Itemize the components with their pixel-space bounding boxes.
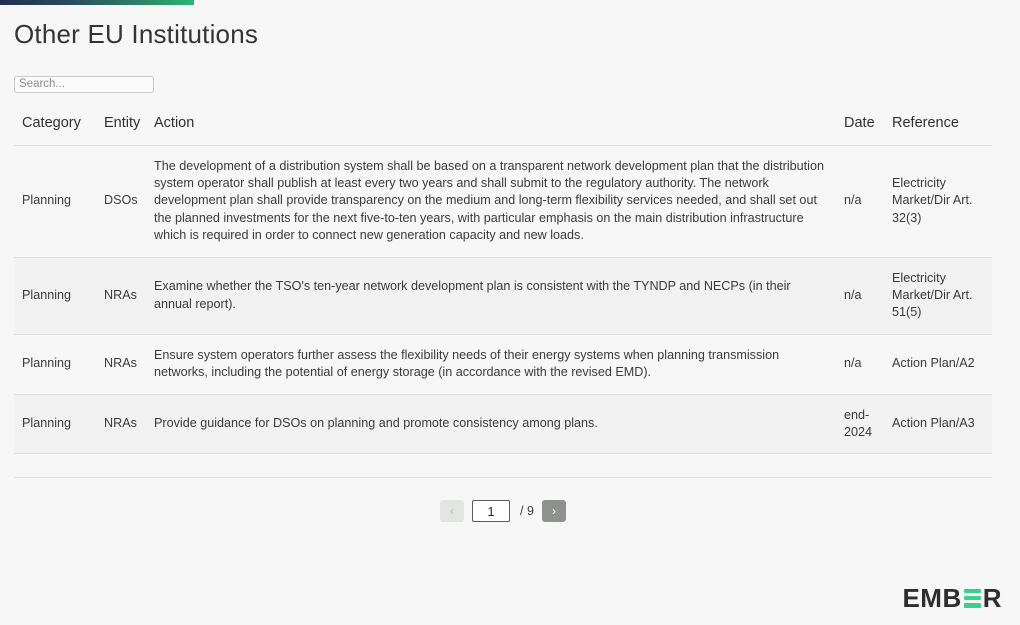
cell-action: Provide guidance for DSOs on planning an… [146, 394, 836, 455]
next-page-button[interactable]: › [541, 500, 566, 523]
search-input[interactable] [14, 75, 154, 93]
cell-category: Planning [14, 145, 96, 258]
column-header-category[interactable]: Category [14, 114, 96, 146]
previous-page-button[interactable]: ‹ [440, 500, 465, 523]
cell-reference: Electricity Market/Dir Art. 32(3) [884, 145, 992, 258]
cell-reference: Electricity Market/Dir Art. 51(5) [884, 257, 992, 335]
cell-entity: DSOs [96, 145, 146, 258]
table-header-row: Category Entity Action Date Reference [14, 114, 992, 146]
cell-category: Planning [14, 394, 96, 455]
cell-date: n/a [836, 145, 884, 258]
ember-logo-text-first: EMB [902, 583, 962, 613]
table-footer-spacer-cell [14, 453, 992, 479]
cell-reference: Action Plan/A2 [884, 334, 992, 395]
cell-action: The development of a distribution system… [146, 145, 836, 258]
page-total-label: / 9 [520, 504, 534, 519]
ember-logo: EMB R [902, 585, 1002, 611]
search-container [14, 74, 1006, 93]
cell-reference: Action Plan/A3 [884, 394, 992, 455]
column-header-date[interactable]: Date [836, 114, 884, 146]
table-body: Planning DSOs The development of a distr… [14, 145, 992, 479]
column-header-reference[interactable]: Reference [884, 114, 992, 146]
table-header: Category Entity Action Date Reference [14, 114, 992, 146]
pagination: ‹ / 9 › [14, 500, 992, 523]
cell-action: Examine whether the TSO's ten-year netwo… [146, 257, 836, 335]
ember-e-bars-icon [963, 588, 981, 608]
cell-entity: NRAs [96, 257, 146, 335]
actions-table: Category Entity Action Date Reference Pl… [14, 114, 992, 479]
table-footer-spacer-row [14, 453, 992, 479]
cell-category: Planning [14, 334, 96, 395]
column-header-action[interactable]: Action [146, 114, 836, 146]
ember-logo-text-last: R [982, 583, 1002, 613]
cell-entity: NRAs [96, 394, 146, 455]
page-number-input[interactable] [472, 500, 511, 523]
table-row[interactable]: Planning NRAs Ensure system operators fu… [14, 334, 992, 395]
table-row[interactable]: Planning NRAs Examine whether the TSO's … [14, 257, 992, 335]
cell-date: end-2024 [836, 394, 884, 455]
page-title: Other EU Institutions [14, 19, 259, 49]
cell-entity: NRAs [96, 334, 146, 395]
cell-category: Planning [14, 257, 96, 335]
page-container: Other EU Institutions Category Entity Ac… [0, 5, 1020, 625]
column-header-entity[interactable]: Entity [96, 114, 146, 146]
table-row[interactable]: Planning NRAs Provide guidance for DSOs … [14, 394, 992, 455]
cell-action: Ensure system operators further assess t… [146, 334, 836, 395]
cell-date: n/a [836, 334, 884, 395]
table-row[interactable]: Planning DSOs The development of a distr… [14, 145, 992, 258]
cell-date: n/a [836, 257, 884, 335]
